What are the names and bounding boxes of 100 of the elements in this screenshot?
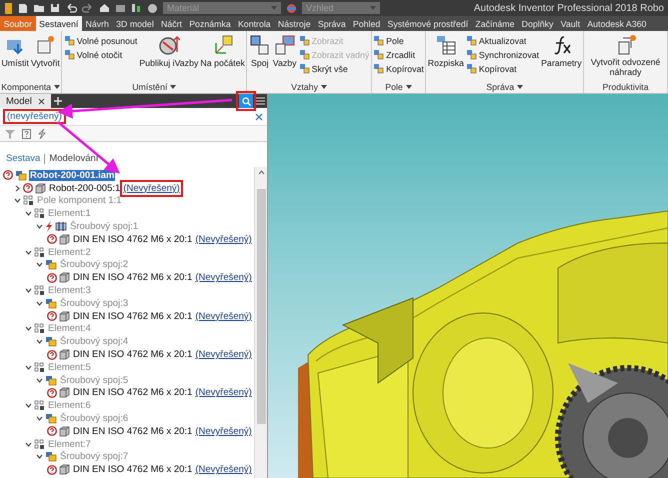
undo-icon: [65, 3, 77, 13]
ribbon-tab[interactable]: Doplňky: [518, 16, 558, 31]
caret-icon: [54, 85, 60, 89]
view-tab[interactable]: Modelování: [49, 153, 98, 164]
tree-item[interactable]: DIN EN ISO 4762 M6 x 20:1: [72, 387, 194, 398]
tree-item[interactable]: DIN EN ISO 4762 M6 x 20:1: [72, 272, 194, 284]
ribbon-tab[interactable]: Správa: [314, 16, 350, 31]
tool-icon: [115, 3, 126, 13]
ribbon-tab[interactable]: Návrh: [82, 16, 113, 31]
expanded-chevron-icon[interactable]: [36, 338, 43, 346]
tree-item[interactable]: DIN EN ISO 4762 M6 x 20:1: [72, 426, 194, 437]
view-tab[interactable]: Sestava: [6, 153, 40, 164]
caret-icon: [170, 85, 176, 89]
part-icon: [59, 349, 70, 360]
expanded-chevron-icon[interactable]: [25, 210, 32, 218]
expanded-chevron-icon[interactable]: [14, 197, 21, 204]
pattern-icon: [34, 400, 45, 412]
unresolved-link[interactable]: (Nevyřešený): [195, 387, 252, 398]
part-icon: [59, 426, 70, 437]
ribbon-tool-button[interactable]: Kopírovat: [373, 63, 424, 74]
home-icon: [99, 3, 110, 13]
unresolved-link[interactable]: (Nevyřešený): [195, 310, 252, 322]
tool-icon: [298, 49, 310, 60]
app-logo-icon: [4, 2, 13, 14]
tree-item[interactable]: DIN EN ISO 4762 M6 x 20:1: [72, 234, 194, 245]
ribbon-tool-button[interactable]: Aktualizovat: [466, 35, 540, 46]
ribbon-tab[interactable]: Náčrt: [157, 16, 186, 31]
ribbon-tool-button[interactable]: Vazby: [272, 33, 297, 81]
unresolved-link[interactable]: (Nevyřešený): [195, 426, 252, 437]
save-icon: [50, 3, 60, 13]
expanded-chevron-icon[interactable]: [25, 325, 32, 332]
expanded-chevron-icon[interactable]: [36, 223, 43, 230]
ribbon-tool-button[interactable]: Umístit: [1, 33, 29, 81]
ribbon-tab[interactable]: Autodesk A360: [584, 16, 650, 31]
part-icon: [59, 464, 70, 476]
expanded-chevron-icon[interactable]: [36, 415, 43, 422]
caret-icon: [406, 85, 412, 89]
ribbon-tool-button[interactable]: Kopírovat: [466, 63, 540, 74]
ribbon-tab[interactable]: Začínáme: [472, 16, 518, 31]
tree-item[interactable]: DIN EN ISO 4762 M6 x 20:1: [72, 349, 194, 360]
group-label: Pole: [385, 82, 403, 92]
tree-item[interactable]: Robot-200-001.iam: [29, 170, 116, 181]
ribbon-tab[interactable]: 3D model: [112, 16, 158, 31]
ribbon-tool-button[interactable]: Rozpiska: [428, 33, 464, 81]
ribbon-tab[interactable]: Vault: [557, 16, 584, 31]
scrollbar[interactable]: [254, 167, 267, 478]
ribbon-tool-button[interactable]: Synchronizovat: [466, 49, 540, 60]
ribbon-tool-button[interactable]: Volné posunout: [64, 35, 138, 46]
assembly-icon: [15, 170, 27, 181]
pattern-icon: [34, 362, 45, 373]
color-ball-icon: [286, 2, 297, 14]
ribbon-tool-button[interactable]: Parametry: [541, 33, 582, 81]
ribbon-tool-button[interactable]: Publikuj iVazby: [139, 33, 198, 81]
ribbon-tab[interactable]: Pohled: [349, 16, 384, 31]
expanded-chevron-icon[interactable]: [25, 248, 32, 256]
ribbon-tab[interactable]: Nástroje: [274, 16, 314, 31]
expanded-chevron-icon[interactable]: [36, 300, 43, 307]
unresolved-link[interactable]: (Nevyřešený): [195, 234, 252, 245]
tree-item[interactable]: Robot-200-005:1: [48, 182, 122, 194]
ribbon-tool-button[interactable]: Na počátek: [200, 33, 245, 81]
unresolved-link[interactable]: (Nevyřešený): [195, 272, 252, 284]
tree-item[interactable]: DIN EN ISO 4762 M6 x 20:1: [72, 464, 194, 476]
expanded-chevron-icon[interactable]: [25, 440, 32, 448]
unresolved-link[interactable]: (Nevyřešený): [195, 464, 252, 476]
caret-icon: [517, 85, 524, 89]
tree-item[interactable]: DIN EN ISO 4762 M6 x 20:1: [72, 310, 194, 322]
ribbon-tool-button[interactable]: Zrcadlit: [373, 49, 424, 60]
ribbon-tool-button[interactable]: Spoj: [248, 33, 271, 81]
unresolved-link[interactable]: (Nevyřešený): [195, 349, 252, 360]
collapsed-chevron-icon[interactable]: [14, 184, 21, 192]
scroll-up-icon[interactable]: [258, 170, 264, 175]
expanded-chevron-icon[interactable]: [36, 376, 43, 384]
search-field[interactable]: (nevyřešený): [3, 109, 66, 124]
ribbon-tool-button[interactable]: Pole: [373, 35, 424, 46]
group-label: Komponenta: [1, 82, 52, 92]
expanded-chevron-icon[interactable]: [36, 453, 43, 460]
ribbon-tool-button[interactable]: Volné otočit: [64, 49, 138, 60]
ribbon-tool-button[interactable]: Skrýt vše: [298, 63, 370, 74]
expanded-chevron-icon[interactable]: [25, 287, 32, 294]
open-folder-icon: [33, 3, 45, 13]
expanded-chevron-icon[interactable]: [36, 261, 43, 268]
ribbon-tab[interactable]: Systémové prostředí: [384, 16, 472, 31]
ribbon-tab[interactable]: Kontrola: [234, 16, 274, 31]
part-icon: [35, 182, 46, 194]
ribbon-tool-button[interactable]: Vytvořit odvozené náhrady: [586, 33, 666, 81]
ribbon-tool-button[interactable]: Vytvořit: [30, 33, 60, 81]
model-tab[interactable]: Model: [0, 94, 51, 108]
caret-icon: [271, 6, 277, 10]
ribbon-tab[interactable]: Poznámka: [186, 16, 234, 31]
ribbon-tab[interactable]: Sestavení: [36, 16, 82, 31]
bom-tool-icon: [434, 34, 457, 56]
window-title: Autodesk Inventor Professional 2018 Robo: [474, 2, 664, 14]
search-button[interactable]: [239, 94, 253, 108]
assembly-icon: [45, 298, 57, 309]
expanded-chevron-icon[interactable]: [25, 402, 32, 410]
tool-icon: [64, 35, 75, 46]
unresolved-link[interactable]: (Nevyřešený): [123, 182, 180, 194]
assembly-icon: [45, 451, 57, 462]
tool-icon: [373, 63, 384, 74]
expanded-chevron-icon[interactable]: [25, 364, 32, 371]
